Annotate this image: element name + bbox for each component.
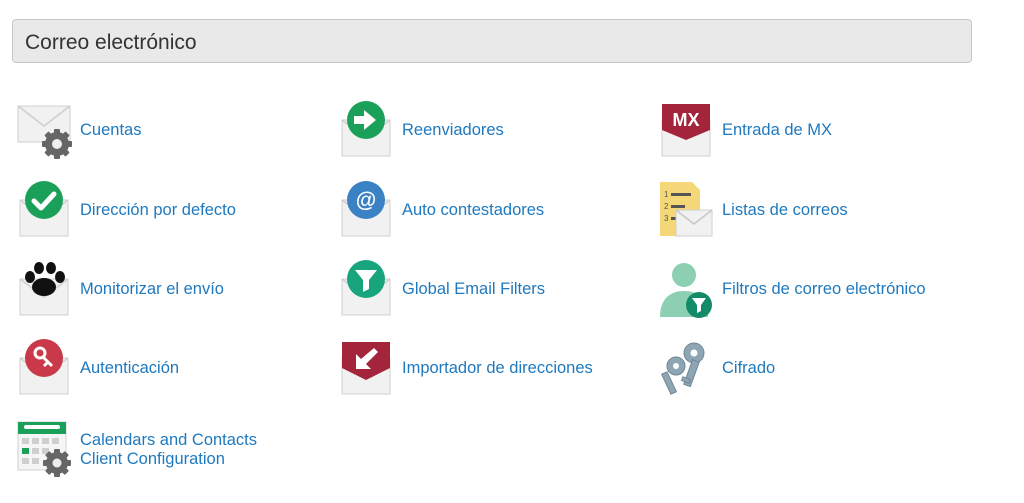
encryption-item[interactable]: Cifrado xyxy=(658,338,958,400)
mx-entry-item[interactable]: MX Entrada de MX xyxy=(658,100,958,162)
accounts-link[interactable]: Cuentas xyxy=(80,121,141,140)
calendars-contacts-item[interactable]: Calendars and Contacts Client Configurat… xyxy=(16,418,316,480)
authentication-key-icon xyxy=(19,339,69,395)
email-filters-link[interactable]: Filtros de correo electrónico xyxy=(722,280,926,299)
section-header: Correo electrónico xyxy=(12,19,972,63)
mailing-lists-link[interactable]: Listas de correos xyxy=(722,201,848,220)
calendars-contacts-line-1: Calendars and Contacts xyxy=(80,431,258,449)
track-delivery-item[interactable]: Monitorizar el envío xyxy=(16,259,316,321)
encryption-link[interactable]: Cifrado xyxy=(722,359,775,378)
encryption-keys-icon xyxy=(660,342,705,395)
mailing-lists-icon: 1 2 3 xyxy=(660,182,713,237)
accounts-item[interactable]: Cuentas xyxy=(16,100,316,162)
mx-entry-icon: MX xyxy=(661,104,711,157)
global-email-filters-link[interactable]: Global Email Filters xyxy=(402,280,545,299)
track-delivery-link[interactable]: Monitorizar el envío xyxy=(80,280,224,299)
forwarders-link[interactable]: Reenviadores xyxy=(402,121,504,140)
mailing-lists-item[interactable]: 1 2 3 Listas de correos xyxy=(658,180,958,242)
calendar-gear-icon xyxy=(17,421,71,477)
default-address-link[interactable]: Dirección por defecto xyxy=(80,201,236,220)
calendars-contacts-link[interactable]: Calendars and Contacts Client Configurat… xyxy=(80,431,257,469)
svg-text:3: 3 xyxy=(664,214,669,223)
address-importer-item[interactable]: Importador de direcciones xyxy=(338,338,638,400)
address-importer-icon xyxy=(341,342,391,395)
default-address-check-icon xyxy=(19,181,69,237)
authentication-item[interactable]: Autenticación xyxy=(16,338,316,400)
section-title: Correo electrónico xyxy=(25,31,197,54)
mx-text: MX xyxy=(673,110,700,130)
forwarders-arrow-icon xyxy=(341,101,391,157)
forwarders-item[interactable]: Reenviadores xyxy=(338,100,638,162)
mx-entry-link[interactable]: Entrada de MX xyxy=(722,121,832,140)
track-delivery-paw-icon xyxy=(19,262,69,316)
calendars-contacts-line-2: Client Configuration xyxy=(80,450,225,468)
authentication-link[interactable]: Autenticación xyxy=(80,359,179,378)
email-accounts-gear-icon xyxy=(17,105,72,159)
svg-text:1: 1 xyxy=(664,190,669,199)
svg-text:@: @ xyxy=(356,189,376,212)
svg-text:2: 2 xyxy=(664,202,669,211)
autoresponders-link[interactable]: Auto contestadores xyxy=(402,201,544,220)
autoresponder-at-icon: @ xyxy=(341,181,391,237)
global-email-filters-item[interactable]: Global Email Filters xyxy=(338,259,638,321)
default-address-item[interactable]: Dirección por defecto xyxy=(16,180,316,242)
autoresponders-item[interactable]: @ Auto contestadores xyxy=(338,180,638,242)
global-filter-funnel-icon xyxy=(341,260,391,316)
user-filter-funnel-icon xyxy=(660,263,712,318)
address-importer-link[interactable]: Importador de direcciones xyxy=(402,359,593,378)
email-filters-item[interactable]: Filtros de correo electrónico xyxy=(658,259,958,321)
